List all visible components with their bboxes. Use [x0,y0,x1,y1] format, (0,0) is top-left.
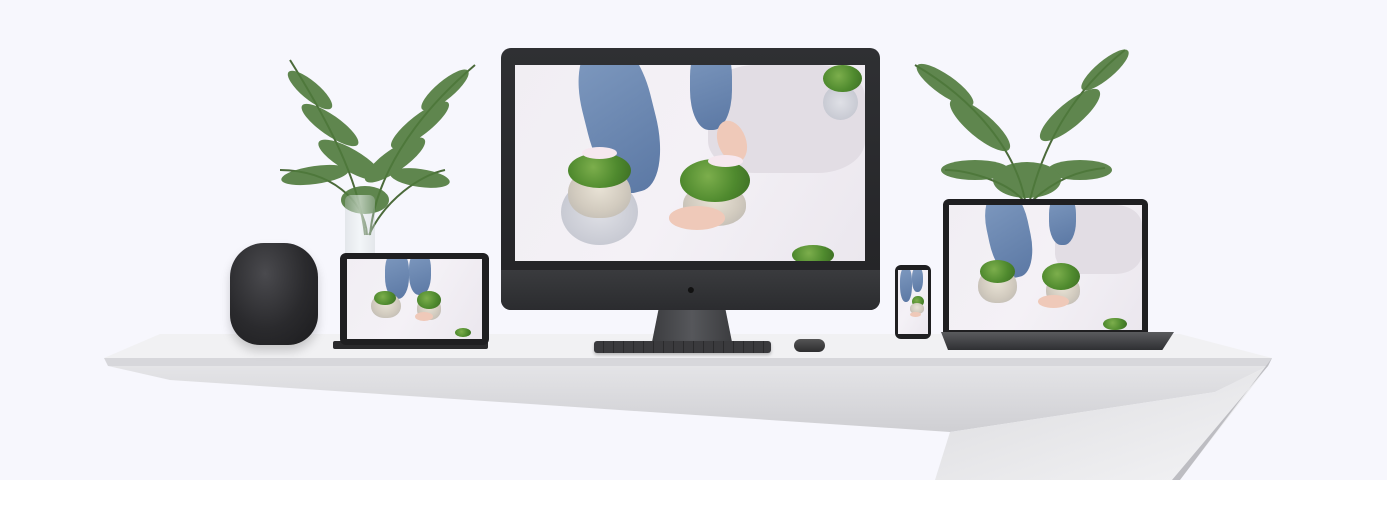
fern-plant-left [279,59,476,236]
ipad-screen-photo [347,259,482,339]
apple-logo-icon: ● [686,281,696,297]
macbook-screen-photo [949,205,1142,330]
imac-screen-photo [515,65,865,261]
iphone-screen-photo [898,270,928,334]
smart-speaker [230,243,318,345]
fern-plant-right [914,49,1129,201]
imac-stand [652,310,732,342]
device-mockup-scene: ● [0,0,1387,480]
glass-vase [345,195,375,257]
wireless-keyboard [594,341,771,353]
wireless-mouse [794,339,825,352]
macbook-base [941,332,1174,350]
